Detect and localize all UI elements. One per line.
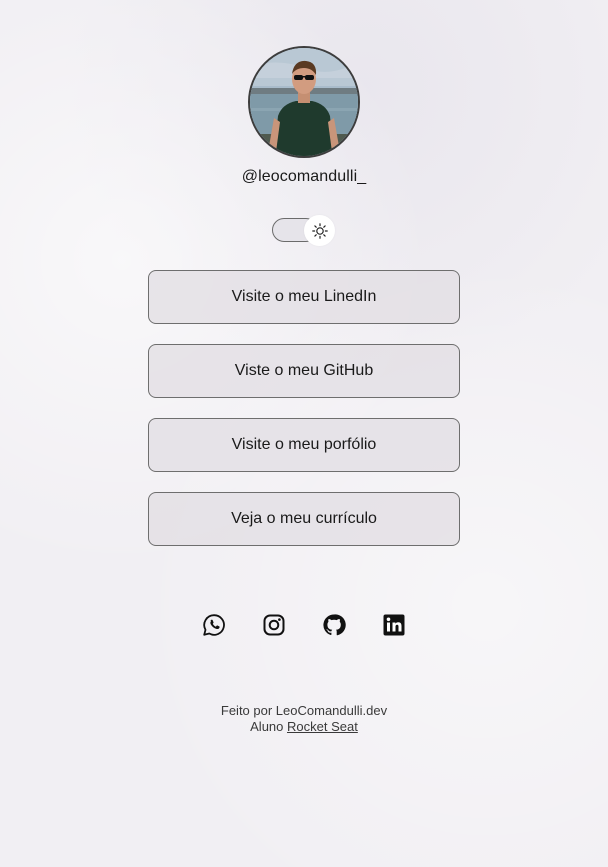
rocketseat-link[interactable]: Rocket Seat: [287, 719, 358, 734]
github-social-link[interactable]: [321, 612, 347, 638]
github-icon: [323, 614, 346, 636]
instagram-link[interactable]: [261, 612, 287, 638]
instagram-icon: [263, 614, 285, 636]
footer: Feito por LeoComandulli.dev Aluno Rocket…: [0, 703, 608, 735]
social-links: [0, 612, 608, 638]
avatar: [248, 46, 360, 158]
footer-student-line: Aluno Rocket Seat: [0, 719, 608, 735]
github-link-button[interactable]: Viste o meu GitHub: [148, 344, 460, 398]
theme-toggle[interactable]: [272, 215, 335, 246]
toggle-knob[interactable]: [304, 215, 335, 246]
sun-icon: [311, 222, 328, 239]
linkedin-social-link[interactable]: [381, 612, 407, 638]
profile-handle: @leocomandulli_: [241, 168, 367, 185]
linkedin-link-button[interactable]: Visite o meu LinedIn: [148, 270, 460, 324]
whatsapp-link[interactable]: [201, 612, 227, 638]
footer-credit: Feito por LeoComandulli.dev: [220, 703, 388, 718]
page: @leocomandulli_ Visite o meu LinedIn Vis…: [0, 0, 608, 867]
profile-photo: [250, 48, 358, 156]
portfolio-link-button[interactable]: Visite o meu porfólio: [148, 418, 460, 472]
whatsapp-icon: [203, 614, 225, 636]
linkedin-icon: [383, 614, 405, 636]
footer-student-prefix: Aluno: [250, 719, 284, 734]
resume-link-button[interactable]: Veja o meu currículo: [148, 492, 460, 546]
